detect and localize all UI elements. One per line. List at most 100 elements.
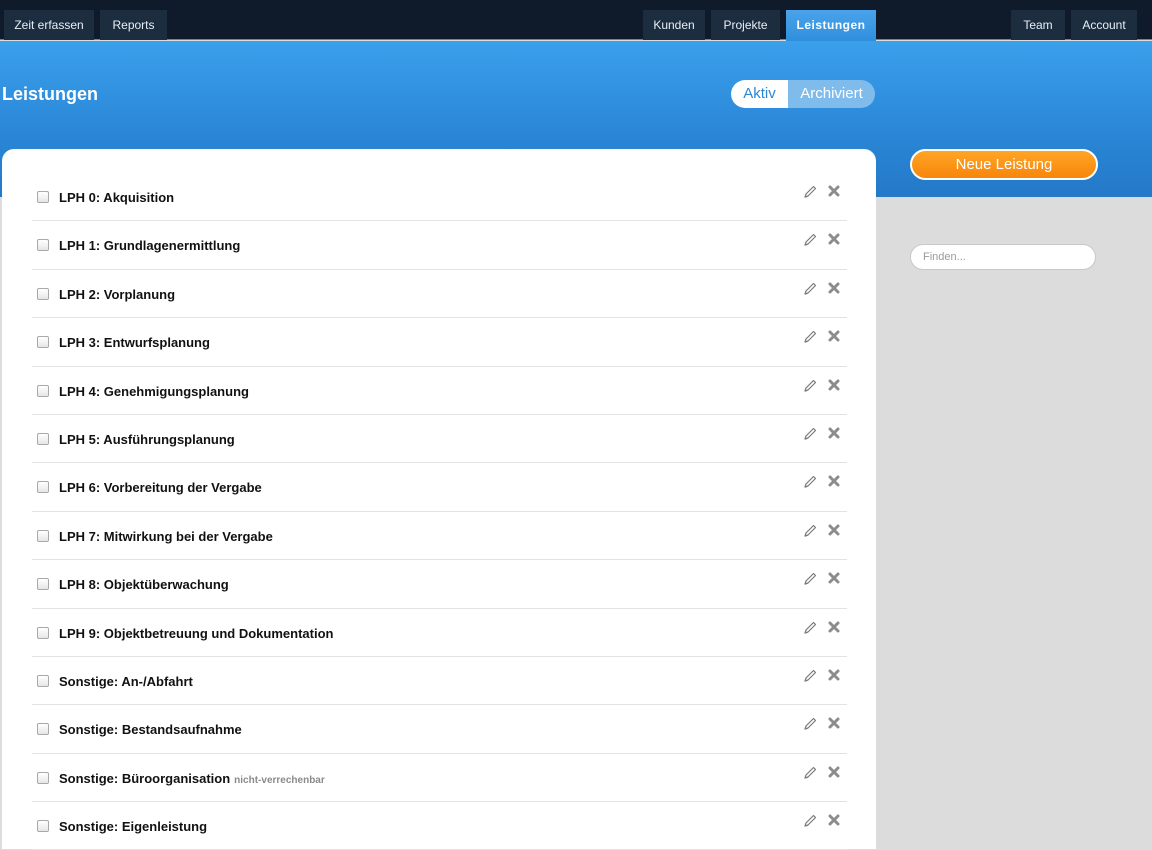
page-title: Leistungen [2,84,99,104]
item-checkbox[interactable] [37,578,49,591]
item-checkbox[interactable] [37,481,49,494]
item-label-text: Sonstige: Eigenleistung [59,819,208,835]
list-item: LPH 1: Grundlagenermittlung [32,221,847,270]
delete-x-icon[interactable] [826,231,842,247]
status-toggle: Aktiv Archiviert [731,80,875,108]
item-label[interactable]: LPH 3: Entwurfsplanung [59,335,210,350]
list-item: Sonstige: Büroorganisation nicht-verreche… [32,754,847,803]
list-item: LPH 7: Mitwirkung bei der Vergabe [32,512,847,561]
delete-x-icon[interactable] [826,183,842,199]
top-navigation-bar: Zeit erfassen Reports Kunden Projekte Le… [0,0,1152,41]
edit-pencil-icon[interactable] [802,426,818,442]
item-checkbox[interactable] [37,674,49,687]
item-checkbox[interactable] [37,239,49,252]
item-label[interactable]: LPH 7: Mitwirkung bei der Vergabe [59,529,273,544]
item-label[interactable]: LPH 2: Vorplanung [59,287,175,302]
item-label-text: LPH 3: Entwurfsplanung [59,335,210,351]
item-checkbox[interactable] [37,771,49,784]
delete-x-icon[interactable] [826,328,842,344]
item-checkbox[interactable] [37,336,49,349]
list-item: Sonstige: An-/Abfahrt [32,657,847,706]
list-item: LPH 5: Ausführungsplanung [32,415,847,464]
leistungen-panel: LPH 0: Akquisition LPH 1: Grundlagenermit… [2,149,876,850]
item-label-text: LPH 0: Akquisition [59,190,175,205]
edit-pencil-icon[interactable] [802,571,818,587]
item-checkbox[interactable] [37,529,49,542]
edit-pencil-icon[interactable] [802,668,818,684]
item-checkbox[interactable] [37,723,49,736]
item-label[interactable]: LPH 1: Grundlagenermittlung [59,238,240,253]
item-checkbox[interactable] [37,191,49,203]
item-label-text: LPH 4: Genehmigungsplanung [59,383,249,399]
toggle-aktiv[interactable]: Aktiv [731,80,788,108]
delete-x-icon[interactable] [826,619,842,635]
item-checkbox[interactable] [37,432,49,445]
sidebar [876,197,1152,826]
delete-x-icon[interactable] [826,377,842,393]
item-tag: nicht-verrechenbar [234,774,325,786]
edit-pencil-icon[interactable] [802,232,818,248]
item-label-text: Sonstige: Bestandsaufnahme [59,722,242,738]
nav-kunden[interactable]: Kunden [643,10,705,40]
nav-leistungen[interactable]: Leistungen [786,10,876,41]
item-checkbox[interactable] [37,626,49,639]
item-label[interactable]: LPH 5: Ausführungsplanung [59,432,235,447]
item-label[interactable]: LPH 8: Objektüberwachung [59,577,229,592]
item-label-text: LPH 5: Ausführungsplanung [59,431,235,447]
edit-pencil-icon[interactable] [802,184,818,200]
item-label[interactable]: Sonstige: Büroorganisation nicht-verreche… [59,771,325,786]
item-checkbox[interactable] [37,820,49,833]
delete-x-icon[interactable] [826,764,842,780]
search-input[interactable] [910,244,1096,270]
item-label[interactable]: Sonstige: Bestandsaufnahme [59,722,242,737]
item-label-text: Sonstige: An-/Abfahrt [59,673,193,689]
item-label[interactable]: LPH 4: Genehmigungsplanung [59,384,249,399]
item-label[interactable]: LPH 0: Akquisition [59,190,174,205]
item-label-text: LPH 6: Vorbereitung der Vergabe [59,480,262,496]
list-item: LPH 9: Objektbetreuung und Dokumentation [32,609,847,657]
nav-team[interactable]: Team [1011,10,1065,40]
new-leistung-button[interactable]: Neue Leistung [910,149,1098,180]
item-label-text: LPH 7: Mitwirkung bei der Vergabe [59,528,273,544]
nav-zeit-erfassen[interactable]: Zeit erfassen [4,10,94,40]
list-item: LPH 4: Genehmigungsplanung [32,367,847,415]
list-item: LPH 6: Vorbereitung der Vergabe [32,463,847,512]
list-item: LPH 8: Objektüberwachung [32,560,847,609]
delete-x-icon[interactable] [826,522,842,538]
edit-pencil-icon[interactable] [802,716,818,732]
delete-x-icon[interactable] [826,667,842,683]
delete-x-icon[interactable] [826,715,842,731]
nav-account[interactable]: Account [1071,10,1137,40]
edit-pencil-icon[interactable] [802,620,818,636]
list-item: LPH 0: Akquisition [32,173,847,222]
edit-pencil-icon[interactable] [802,813,818,829]
edit-pencil-icon[interactable] [802,474,818,490]
item-label[interactable]: Sonstige: An-/Abfahrt [59,674,193,689]
toggle-archiviert[interactable]: Archiviert [788,80,875,108]
edit-pencil-icon[interactable] [802,765,818,781]
nav-reports[interactable]: Reports [100,10,167,40]
delete-x-icon[interactable] [826,280,842,296]
edit-pencil-icon[interactable] [802,523,818,539]
item-label-text: LPH 9: Objektbetreuung und Dokumentation [59,625,334,641]
list-item: LPH 3: Entwurfsplanung [32,318,847,367]
item-label-text: LPH 1: Grundlagenermittlung [59,238,241,254]
item-checkbox[interactable] [37,287,49,300]
item-checkbox[interactable] [37,384,49,397]
item-label-text: LPH 2: Vorplanung [59,286,176,302]
item-label[interactable]: LPH 9: Objektbetreuung und Dokumentation [59,626,333,641]
leistungen-list: LPH 0: Akquisition LPH 1: Grundlagenermit… [32,173,847,850]
edit-pencil-icon[interactable] [802,281,818,297]
edit-pencil-icon[interactable] [802,329,818,345]
item-label-text: Sonstige: Büroorganisation [59,770,231,786]
item-label[interactable]: Sonstige: Eigenleistung [59,819,207,834]
delete-x-icon[interactable] [826,473,842,489]
list-item: Sonstige: Bestandsaufnahme [32,705,847,754]
nav-projekte[interactable]: Projekte [711,10,780,40]
item-label[interactable]: LPH 6: Vorbereitung der Vergabe [59,480,262,495]
item-label-text: LPH 8: Objektüberwachung [59,577,229,593]
edit-pencil-icon[interactable] [802,378,818,394]
delete-x-icon[interactable] [826,570,842,586]
delete-x-icon[interactable] [826,425,842,441]
list-item: Sonstige: Eigenleistung [32,802,847,850]
